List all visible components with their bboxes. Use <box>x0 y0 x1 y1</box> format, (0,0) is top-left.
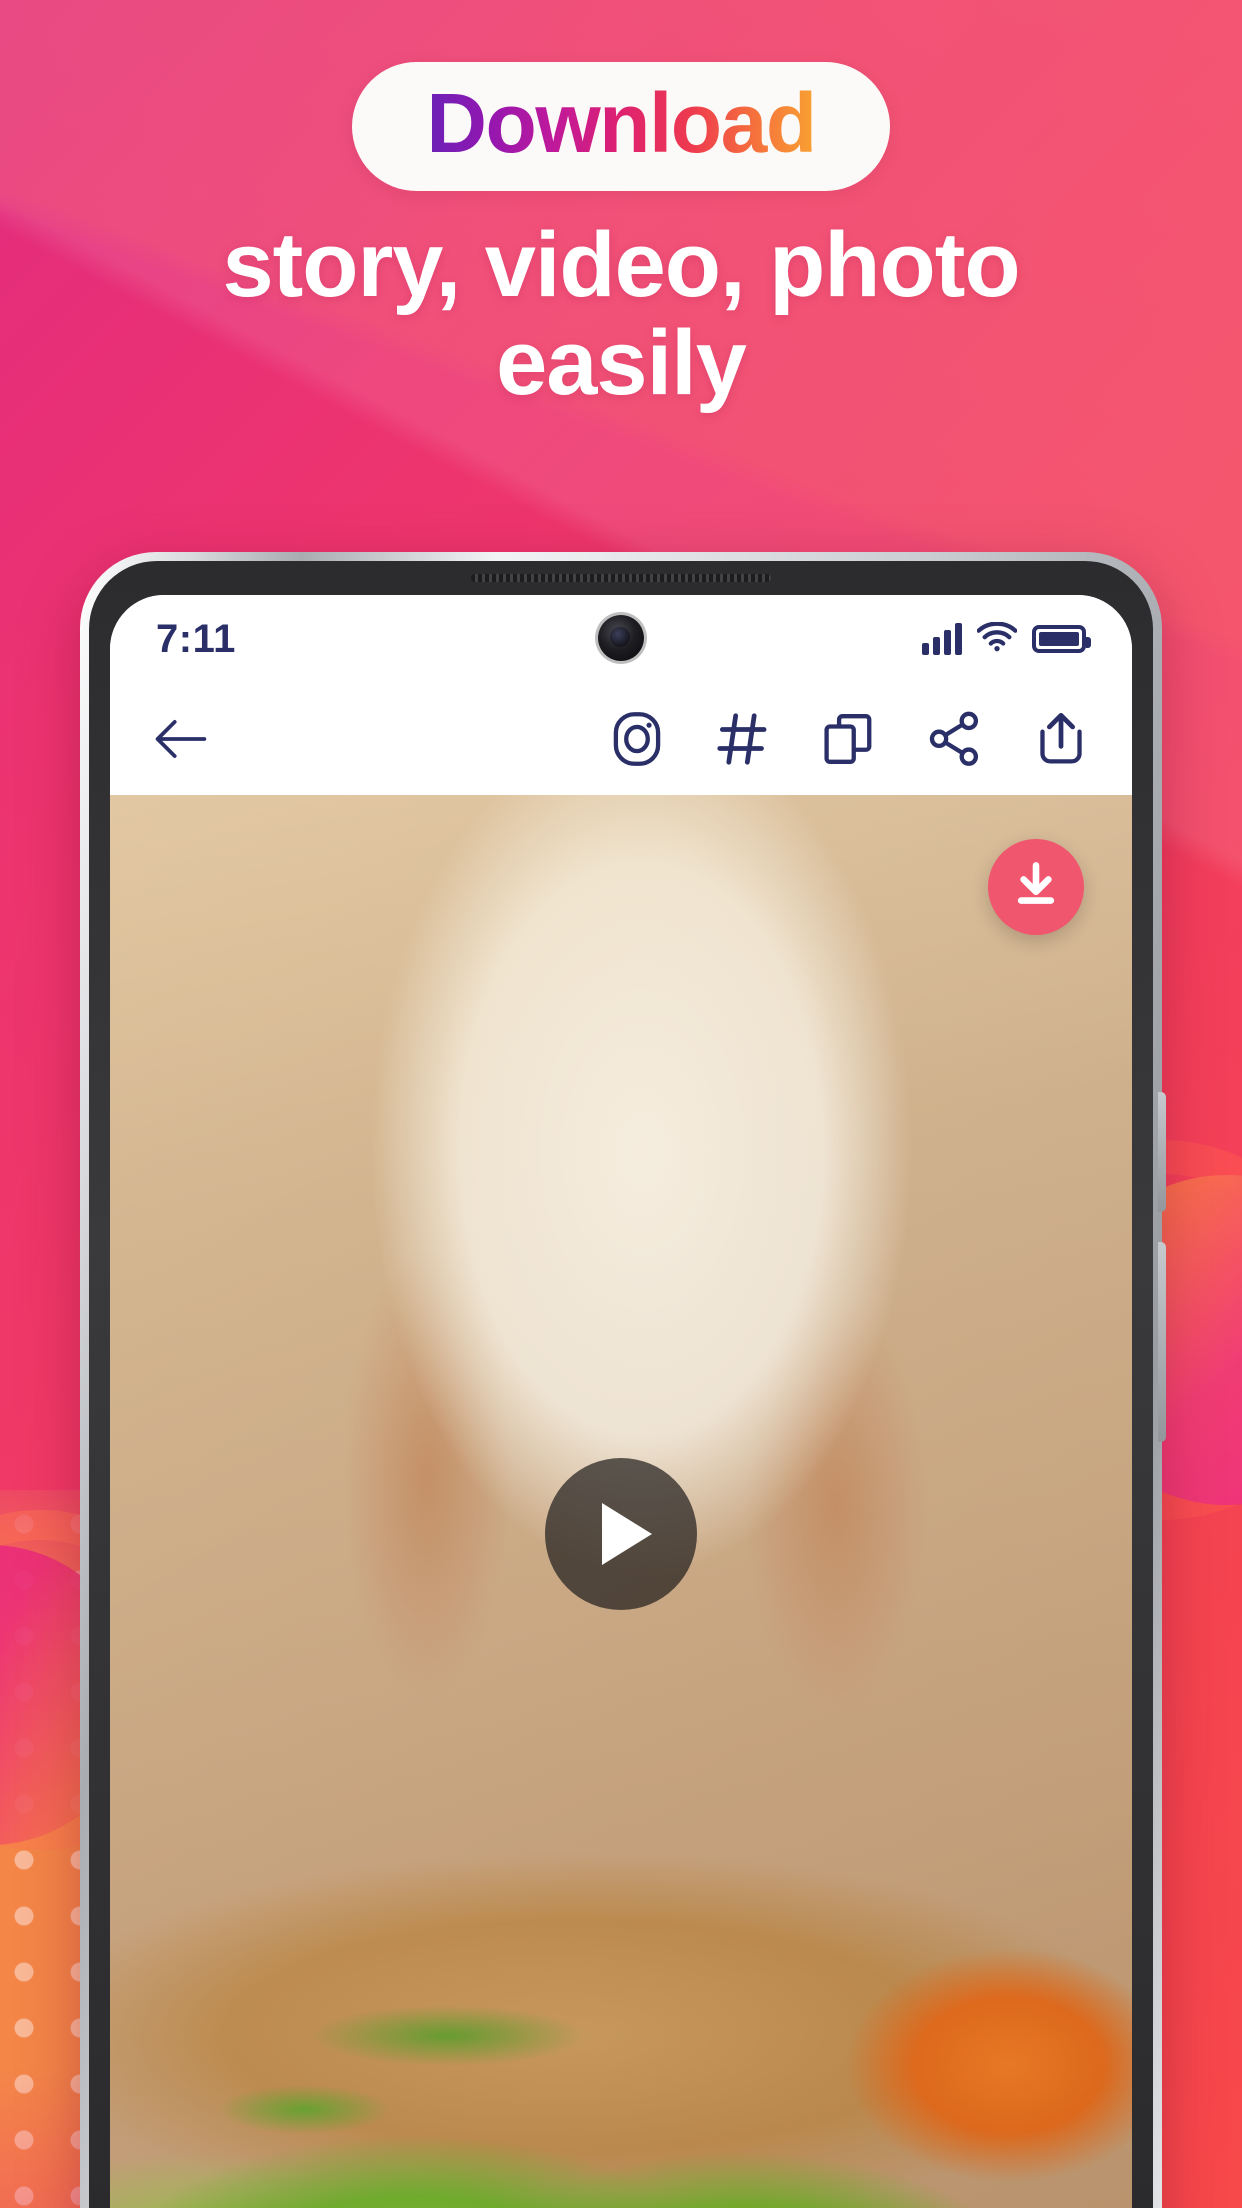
download-button[interactable] <box>988 839 1084 935</box>
toolbar-action-group <box>606 708 1092 770</box>
copy-icon[interactable] <box>818 708 880 770</box>
phone-mockup: 7:11 <box>80 552 1166 2208</box>
play-button[interactable] <box>545 1457 697 1610</box>
share-upload-icon[interactable] <box>1030 708 1092 770</box>
battery-icon <box>1032 625 1091 653</box>
hashtag-icon[interactable] <box>712 708 774 770</box>
download-arrow-icon <box>1010 859 1062 916</box>
play-icon <box>602 1502 652 1565</box>
status-time: 7:11 <box>156 616 236 661</box>
toolbar-left-group <box>150 708 212 770</box>
media-preview[interactable] <box>110 795 1132 2208</box>
download-badge-label: Download <box>426 76 817 170</box>
app-toolbar <box>110 683 1132 795</box>
phone-bezel: 7:11 <box>89 561 1153 2208</box>
app-store-screenshot: Download story, video, photo easily 7:11 <box>0 0 1242 2208</box>
signal-icon <box>922 623 962 655</box>
back-arrow-icon[interactable] <box>150 708 212 770</box>
instagram-icon[interactable] <box>606 708 668 770</box>
front-camera-punch-hole <box>598 615 644 661</box>
phone-volume-button[interactable] <box>1158 1092 1166 1212</box>
status-bar: 7:11 <box>110 595 1132 683</box>
headline-line-1: story, video, photo <box>222 214 1020 316</box>
phone-screen: 7:11 <box>110 595 1132 2208</box>
promo-headline: Download story, video, photo easily <box>0 62 1242 411</box>
wifi-icon <box>976 620 1018 657</box>
download-badge: Download <box>352 62 890 191</box>
status-icons <box>922 620 1091 657</box>
headline-line-2: easily <box>496 311 747 414</box>
share-nodes-icon[interactable] <box>924 708 986 770</box>
phone-power-button[interactable] <box>1158 1242 1166 1442</box>
phone-speaker-grille <box>471 574 771 582</box>
